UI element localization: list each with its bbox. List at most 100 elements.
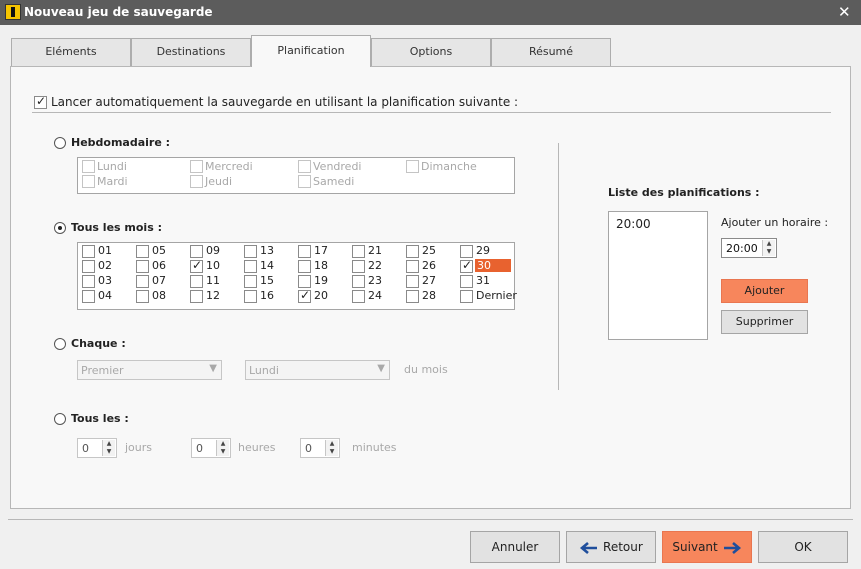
close-icon[interactable]: ✕ — [838, 3, 851, 21]
monthly-day-label: 18 — [314, 259, 328, 272]
ok-button[interactable]: OK — [758, 531, 848, 563]
monthly-day-label: 13 — [260, 244, 274, 257]
monthly-day-label: 22 — [368, 259, 382, 272]
enable-schedule-checkbox[interactable] — [34, 94, 47, 109]
hours-value: 0 — [196, 442, 203, 455]
monthly-day-label: 26 — [422, 259, 436, 272]
arrow-right-icon — [723, 541, 741, 554]
monthly-checkbox-14[interactable] — [244, 260, 257, 273]
window-title: Nouveau jeu de sauvegarde — [24, 5, 213, 19]
monthly-checkbox-01[interactable] — [82, 245, 95, 258]
backup-app-icon — [5, 4, 21, 20]
monthly-day-label: Dernier — [476, 289, 517, 302]
monthly-checkbox-30[interactable] — [460, 258, 473, 273]
monthly-checkbox-15[interactable] — [244, 275, 257, 288]
spinner-arrows-icon[interactable]: ▲ ▼ — [325, 440, 338, 456]
weekly-checkbox-vendredi[interactable] — [298, 160, 311, 173]
monthly-checkbox-08[interactable] — [136, 290, 149, 303]
weekly-checkbox-lundi[interactable] — [82, 160, 95, 173]
weekly-radio[interactable] — [54, 137, 66, 149]
monthly-checkbox-12[interactable] — [190, 290, 203, 303]
spinner-arrows-icon[interactable]: ▲ ▼ — [216, 440, 229, 456]
every-label: Tous les : — [71, 412, 129, 425]
cancel-button[interactable]: Annuler — [470, 531, 560, 563]
monthly-checkbox-27[interactable] — [406, 275, 419, 288]
monthly-checkbox-11[interactable] — [190, 275, 203, 288]
monthly-checkbox-18[interactable] — [298, 260, 311, 273]
monthly-day-label: 30 — [475, 259, 511, 272]
each-radio[interactable] — [54, 338, 66, 350]
monthly-checkbox-13[interactable] — [244, 245, 257, 258]
remove-button[interactable]: Supprimer — [721, 310, 808, 334]
monthly-checkbox-21[interactable] — [352, 245, 365, 258]
weekly-checkbox-dimanche[interactable] — [406, 160, 419, 173]
monthly-checkbox-22[interactable] — [352, 260, 365, 273]
monthly-day-label: 10 — [206, 259, 220, 272]
weekly-day-label: Mercredi — [205, 160, 253, 173]
monthly-checkbox-19[interactable] — [298, 275, 311, 288]
chevron-down-icon: ▼ — [377, 363, 385, 374]
monthly-checkbox-17[interactable] — [298, 245, 311, 258]
add-time-label: Ajouter un horaire : — [721, 216, 829, 229]
spinner-arrows-icon[interactable]: ▲ ▼ — [102, 440, 115, 456]
monthly-day-label: 16 — [260, 289, 274, 302]
arrow-left-icon — [580, 541, 598, 554]
monthly-checkbox-29[interactable] — [460, 245, 473, 258]
weekly-day-label: Dimanche — [421, 160, 477, 173]
monthly-checkbox-20[interactable] — [298, 288, 311, 303]
each-suffix: du mois — [404, 363, 448, 376]
monthly-day-label: 14 — [260, 259, 274, 272]
schedule-list-item[interactable]: 20:00 — [616, 217, 651, 231]
every-radio[interactable] — [54, 413, 66, 425]
weekly-checkbox-samedi[interactable] — [298, 175, 311, 188]
monthly-day-label: 04 — [98, 289, 112, 302]
monthly-day-label: 12 — [206, 289, 220, 302]
weekly-checkbox-mardi[interactable] — [82, 175, 95, 188]
minutes-spinner[interactable]: 0 ▲ ▼ — [300, 438, 340, 458]
monthly-checkbox-06[interactable] — [136, 260, 149, 273]
days-spinner[interactable]: 0 ▲ ▼ — [77, 438, 117, 458]
tab-elements[interactable]: Eléments — [11, 38, 131, 66]
monthly-checkbox-02[interactable] — [82, 260, 95, 273]
monthly-checkbox-31[interactable] — [460, 275, 473, 288]
next-button[interactable]: Suivant — [662, 531, 752, 563]
monthly-checkbox-28[interactable] — [406, 290, 419, 303]
weekly-checkbox-jeudi[interactable] — [190, 175, 203, 188]
schedule-list-title: Liste des planifications : — [608, 186, 760, 199]
ordinal-select[interactable]: Premier ▼ — [77, 360, 222, 380]
back-button[interactable]: Retour — [566, 531, 656, 563]
monthly-checkbox-07[interactable] — [136, 275, 149, 288]
tab-destinations[interactable]: Destinations — [131, 38, 251, 66]
monthly-checkbox-05[interactable] — [136, 245, 149, 258]
tab-options[interactable]: Options — [371, 38, 491, 66]
spinner-arrows-icon[interactable]: ▲ ▼ — [762, 240, 775, 256]
weekday-select-value: Lundi — [249, 364, 279, 377]
minutes-value: 0 — [305, 442, 312, 455]
monthly-checkbox-03[interactable] — [82, 275, 95, 288]
monthly-day-label: 28 — [422, 289, 436, 302]
next-button-label: Suivant — [672, 540, 718, 554]
monthly-checkbox-04[interactable] — [82, 290, 95, 303]
monthly-label: Tous les mois : — [71, 221, 162, 234]
add-button[interactable]: Ajouter — [721, 279, 808, 303]
time-spinner[interactable]: 20:00 ▲ ▼ — [721, 238, 777, 258]
weekly-checkbox-mercredi[interactable] — [190, 160, 203, 173]
monthly-checkbox-25[interactable] — [406, 245, 419, 258]
monthly-checkbox-09[interactable] — [190, 245, 203, 258]
monthly-day-label: 19 — [314, 274, 328, 287]
monthly-checkbox-10[interactable] — [190, 258, 203, 273]
monthly-checkbox-16[interactable] — [244, 290, 257, 303]
monthly-checkbox-23[interactable] — [352, 275, 365, 288]
tab-planification[interactable]: Planification — [251, 35, 371, 67]
schedule-list[interactable]: 20:00 — [608, 211, 708, 340]
monthly-checkbox-26[interactable] — [406, 260, 419, 273]
monthly-radio[interactable] — [54, 222, 66, 234]
monthly-checkbox-dernier[interactable] — [460, 290, 473, 303]
weekday-select[interactable]: Lundi ▼ — [245, 360, 390, 380]
weekly-label: Hebdomadaire : — [71, 136, 171, 149]
monthly-day-label: 17 — [314, 244, 328, 257]
hours-spinner[interactable]: 0 ▲ ▼ — [191, 438, 231, 458]
monthly-checkbox-24[interactable] — [352, 290, 365, 303]
monthly-day-label: 11 — [206, 274, 220, 287]
tab-resume[interactable]: Résumé — [491, 38, 611, 66]
